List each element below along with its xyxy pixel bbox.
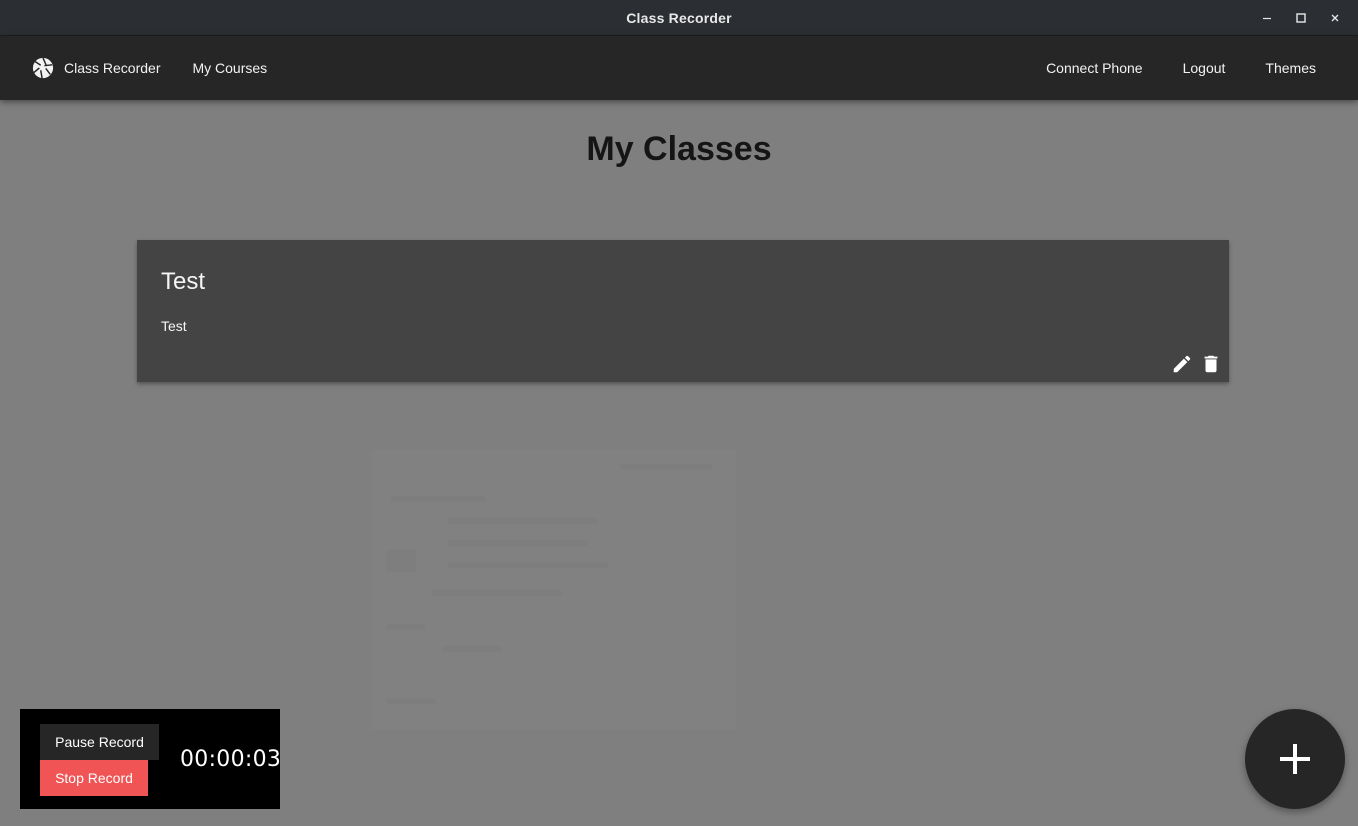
close-button[interactable]	[1318, 0, 1352, 36]
brand-link[interactable]: Class Recorder	[32, 36, 176, 100]
recording-timer: 00:00:03	[180, 747, 282, 772]
nav-logout[interactable]: Logout	[1163, 36, 1246, 100]
recorder-panel: Pause Record Stop Record 00:00:03	[20, 709, 282, 809]
maximize-icon	[1296, 13, 1306, 23]
nav-connect-phone[interactable]: Connect Phone	[1026, 36, 1163, 100]
minimize-icon	[1263, 17, 1271, 20]
class-card-actions	[1167, 350, 1225, 378]
window-title: Class Recorder	[626, 9, 732, 26]
class-card-description: Test	[161, 318, 187, 334]
class-card[interactable]: Test Test	[137, 240, 1229, 382]
stop-record-button[interactable]: Stop Record	[40, 760, 148, 796]
brand-label: Class Recorder	[64, 60, 161, 76]
class-card-title: Test	[161, 268, 206, 295]
navbar-left: Class Recorder My Courses	[0, 36, 283, 100]
nav-my-courses[interactable]: My Courses	[176, 36, 283, 100]
aperture-icon	[32, 57, 54, 79]
navbar-right: Connect Phone Logout Themes	[1026, 36, 1358, 100]
pause-record-button[interactable]: Pause Record	[40, 724, 159, 760]
nav-themes[interactable]: Themes	[1245, 36, 1336, 100]
add-class-button[interactable]	[1245, 709, 1345, 809]
window-titlebar: Class Recorder	[0, 0, 1358, 36]
close-icon	[1331, 14, 1339, 22]
maximize-button[interactable]	[1284, 0, 1318, 36]
plus-icon	[1280, 744, 1310, 774]
minimize-button[interactable]	[1250, 0, 1284, 36]
delete-icon[interactable]	[1196, 350, 1225, 378]
edit-icon[interactable]	[1167, 350, 1196, 378]
top-navbar: Class Recorder My Courses Connect Phone …	[0, 36, 1358, 100]
window-controls	[1250, 0, 1352, 36]
background-ghost-image	[372, 450, 736, 730]
page-title: My Classes	[586, 130, 772, 168]
